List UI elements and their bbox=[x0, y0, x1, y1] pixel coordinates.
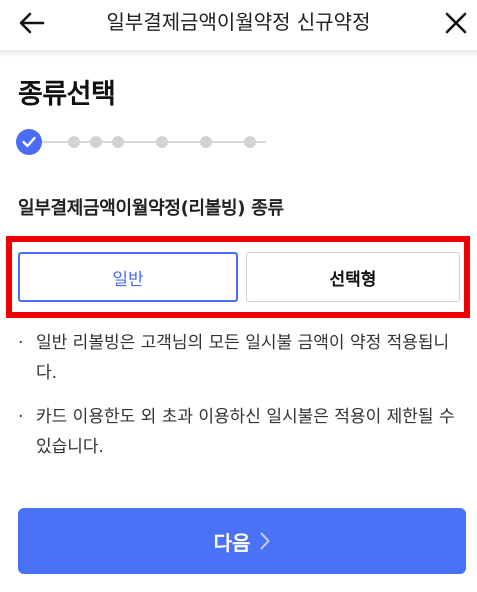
step-5-dot bbox=[156, 136, 168, 148]
step-3-dot bbox=[90, 136, 102, 148]
info-list: · 일반 리볼빙은 고객님의 모든 일시불 금액이 약정 적용됩니다. · 카드… bbox=[18, 328, 458, 476]
next-button-label: 다음 bbox=[213, 530, 251, 555]
bullet-dot: · bbox=[18, 407, 24, 427]
next-button[interactable]: 다음 bbox=[18, 508, 466, 574]
section-label: 일부결제금액이월약정(리볼빙) 종류 bbox=[18, 198, 284, 219]
progress-stepper bbox=[16, 128, 266, 156]
info-item-text: 카드 이용한도 외 초과 이용하신 일시불은 적용이 제한될 수 있습니다. bbox=[36, 407, 455, 457]
step-6-dot bbox=[200, 136, 212, 148]
bullet-dot: · bbox=[18, 333, 24, 353]
close-icon bbox=[445, 12, 467, 34]
header-title: 일부결제금액이월약정 신규약정 bbox=[106, 10, 371, 34]
step-4-dot bbox=[112, 136, 124, 148]
header-divider bbox=[0, 50, 477, 58]
arrow-left-icon bbox=[19, 12, 45, 34]
info-item: · 카드 이용한도 외 초과 이용하신 일시불은 적용이 제한될 수 있습니다. bbox=[18, 402, 458, 462]
close-button[interactable] bbox=[438, 6, 474, 40]
step-7-dot bbox=[244, 136, 256, 148]
option-selective-button[interactable]: 선택형 bbox=[246, 252, 460, 302]
step-1-complete bbox=[16, 129, 42, 155]
check-icon bbox=[22, 136, 36, 148]
chevron-right-icon bbox=[260, 532, 270, 550]
info-item: · 일반 리볼빙은 고객님의 모든 일시불 금액이 약정 적용됩니다. bbox=[18, 328, 458, 388]
info-item-text: 일반 리볼빙은 고객님의 모든 일시불 금액이 약정 적용됩니다. bbox=[36, 333, 450, 383]
step-2-dot bbox=[68, 136, 80, 148]
app-header: 일부결제금액이월약정 신규약정 bbox=[0, 0, 477, 50]
option-general-button[interactable]: 일반 bbox=[18, 252, 238, 302]
back-button[interactable] bbox=[14, 6, 50, 40]
page-title: 종류선택 bbox=[18, 79, 116, 110]
